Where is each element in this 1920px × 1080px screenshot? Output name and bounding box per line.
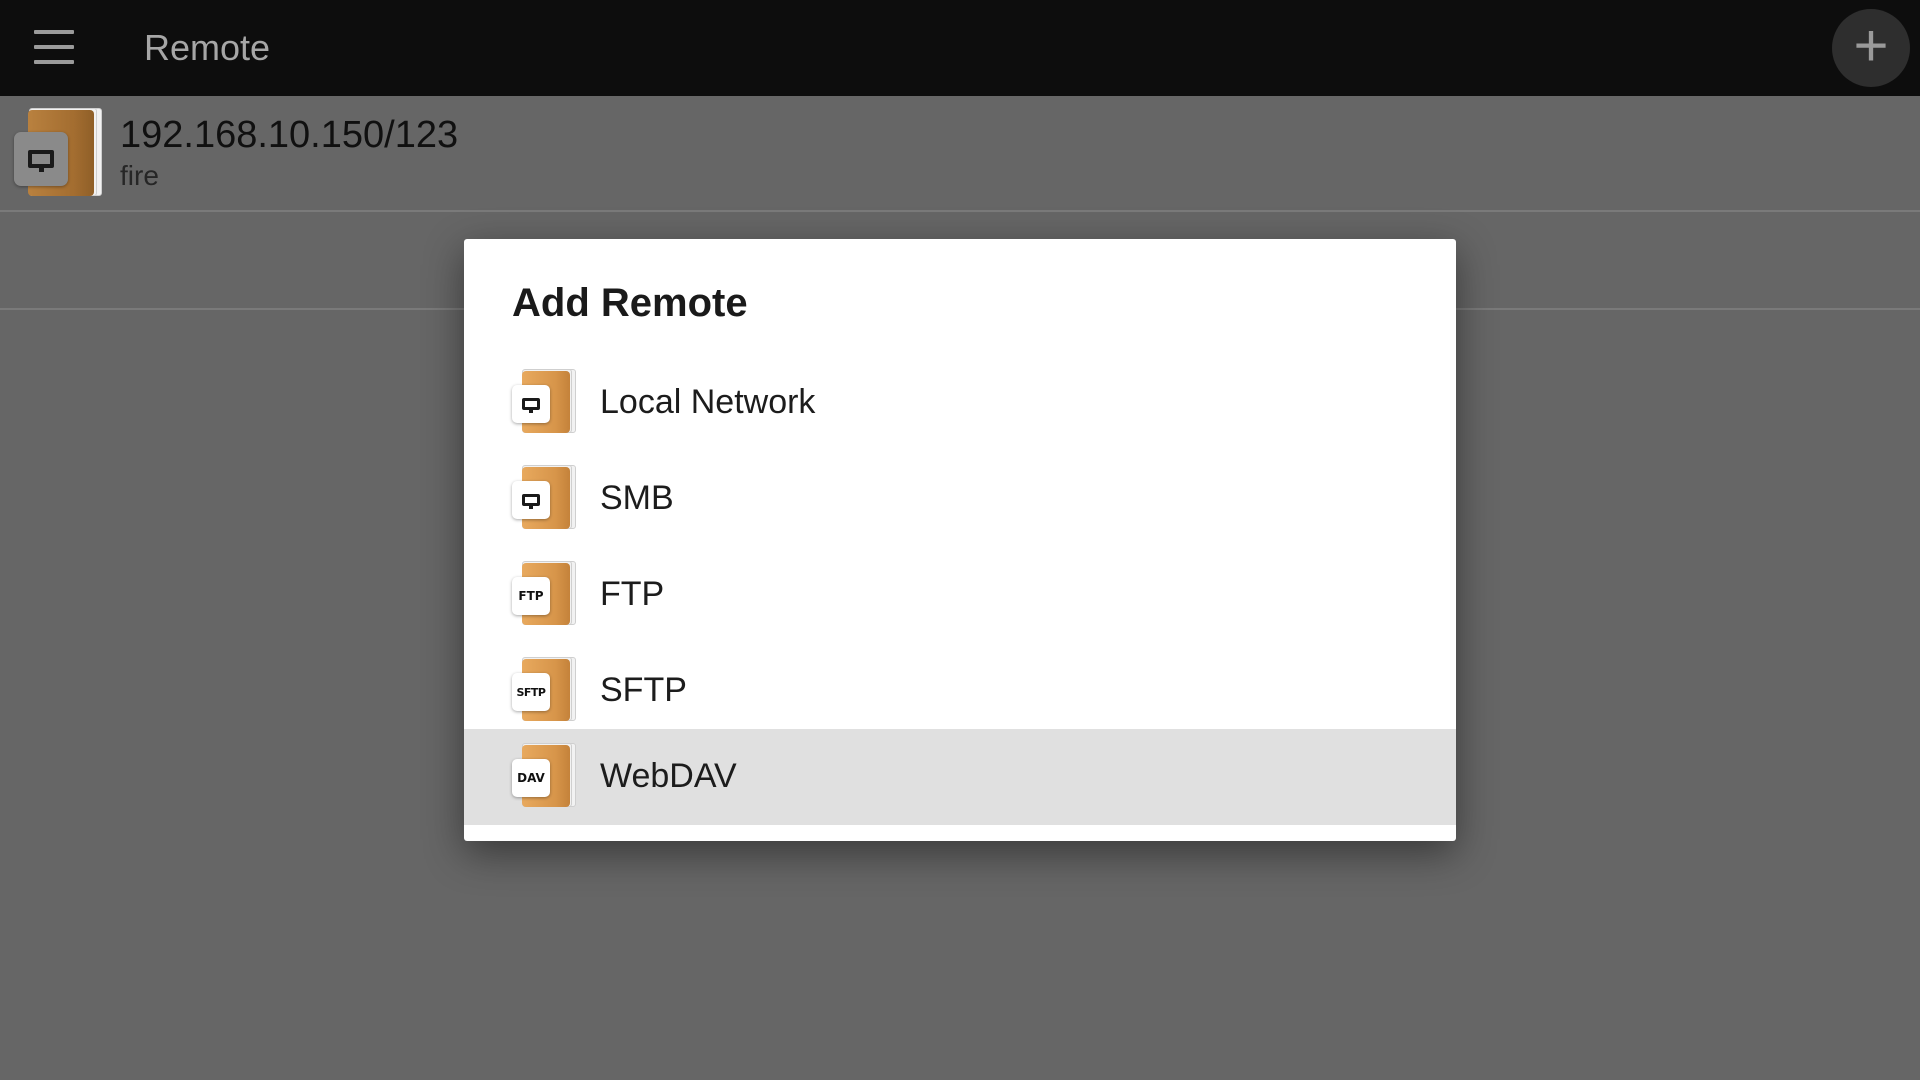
sftp-icon: SFTP bbox=[512, 673, 550, 711]
option-label: WebDAV bbox=[600, 757, 737, 795]
folder-icon: DAV bbox=[512, 743, 576, 807]
add-remote-button[interactable]: + bbox=[1832, 9, 1910, 87]
option-label: SMB bbox=[600, 479, 674, 517]
option-sftp[interactable]: SFTP SFTP bbox=[464, 643, 1456, 739]
folder-icon: FTP bbox=[512, 561, 576, 625]
option-label: FTP bbox=[600, 575, 665, 613]
dialog-title: Add Remote bbox=[512, 281, 748, 325]
page-title: Remote bbox=[144, 27, 271, 68]
top-app-bar: Remote + bbox=[0, 0, 1920, 96]
webdav-icon: DAV bbox=[512, 759, 550, 797]
option-local-network[interactable]: Local Network bbox=[464, 355, 1456, 451]
hamburger-icon[interactable] bbox=[34, 30, 74, 64]
option-smb[interactable]: SMB bbox=[464, 451, 1456, 547]
folder-icon bbox=[512, 465, 576, 529]
option-label: SFTP bbox=[600, 671, 687, 709]
monitor-icon bbox=[14, 132, 68, 186]
remote-list-item[interactable]: 192.168.10.150/123 fire bbox=[0, 96, 1920, 212]
option-label: Local Network bbox=[600, 383, 816, 421]
option-ftp[interactable]: FTP FTP bbox=[464, 547, 1456, 643]
folder-icon bbox=[512, 369, 576, 433]
folder-icon: SFTP bbox=[512, 657, 576, 721]
remote-host: 192.168.10.150/123 bbox=[120, 114, 459, 156]
ftp-icon: FTP bbox=[512, 577, 550, 615]
folder-icon bbox=[14, 108, 102, 196]
option-webdav[interactable]: DAV WebDAV bbox=[464, 729, 1456, 825]
plus-icon: + bbox=[1853, 12, 1889, 79]
monitor-icon bbox=[512, 385, 550, 423]
monitor-icon bbox=[512, 481, 550, 519]
remote-name: fire bbox=[120, 160, 159, 191]
add-remote-dialog: Add Remote Local Network SMB FTP FTP SFT… bbox=[464, 239, 1456, 841]
